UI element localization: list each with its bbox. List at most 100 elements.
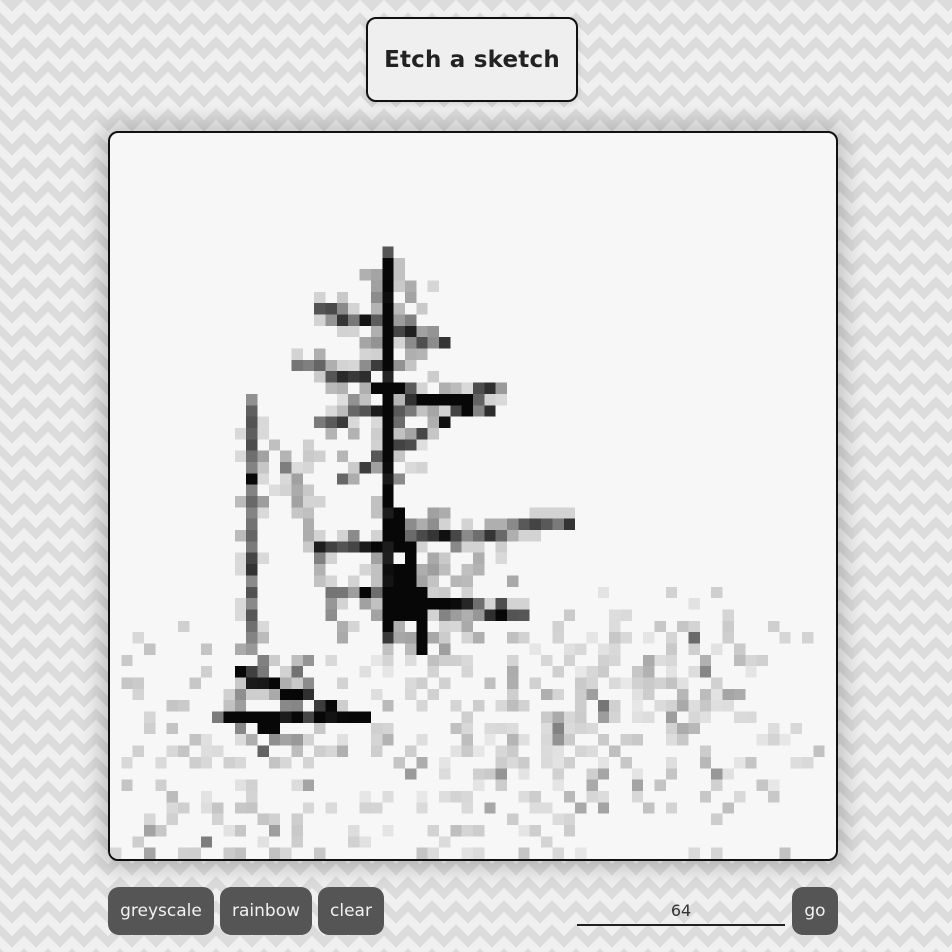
sketch-cell[interactable] [597,756,610,769]
sketch-cell[interactable] [450,620,462,633]
sketch-cell[interactable] [609,745,621,757]
sketch-cell[interactable] [393,280,405,292]
sketch-cell[interactable] [382,439,394,451]
sketch-cell[interactable] [733,688,746,701]
sketch-cell[interactable] [370,405,383,417]
sketch-cell[interactable] [745,666,757,678]
sketch-cell[interactable] [325,405,337,417]
sketch-cell[interactable] [370,802,383,814]
sketch-cell[interactable] [790,722,802,735]
sketch-cell[interactable] [756,779,768,791]
sketch-cell[interactable] [234,700,247,712]
sketch-cell[interactable] [370,280,383,292]
sketch-cell[interactable] [631,768,644,780]
sketch-cell[interactable] [473,598,485,610]
sketch-cell[interactable] [268,439,281,451]
sketch-cell[interactable] [359,348,371,360]
sketch-cell[interactable] [461,564,473,576]
sketch-cell[interactable] [246,802,258,814]
go-button[interactable]: go [792,887,838,935]
sketch-cell[interactable] [234,677,247,689]
sketch-cell[interactable] [121,756,133,769]
sketch-cell[interactable] [246,666,258,678]
sketch-cell[interactable] [370,575,383,587]
sketch-cell[interactable] [427,654,439,667]
sketch-cell[interactable] [711,643,723,655]
sketch-cell[interactable] [393,632,405,644]
sketch-cell[interactable] [234,802,247,814]
sketch-cell[interactable] [518,768,530,780]
sketch-cell[interactable] [200,836,213,848]
sketch-cell[interactable] [461,382,473,394]
sketch-cell[interactable] [359,393,371,406]
sketch-cell[interactable] [336,620,349,633]
sketch-cell[interactable] [416,439,428,451]
sketch-cell[interactable] [257,688,269,701]
sketch-cell[interactable] [427,632,439,644]
sketch-cell[interactable] [518,790,530,803]
sketch-cell[interactable] [416,382,428,394]
sketch-cell[interactable] [507,530,519,542]
sketch-cell[interactable] [178,802,190,814]
sketch-cell[interactable] [234,643,247,655]
sketch-cell[interactable] [302,530,315,542]
sketch-cell[interactable] [257,496,269,508]
sketch-cell[interactable] [291,734,303,746]
sketch-cell[interactable] [416,790,428,803]
sketch-cell[interactable] [461,654,473,667]
sketch-cell[interactable] [450,393,462,406]
sketch-cell[interactable] [302,518,315,531]
sketch-cell[interactable] [552,688,564,701]
sketch-cell[interactable] [314,450,326,462]
sketch-cell[interactable] [427,847,439,859]
sketch-grid[interactable] [110,133,836,859]
sketch-cell[interactable] [382,393,394,406]
sketch-cell[interactable] [370,382,383,394]
sketch-cell[interactable] [541,654,553,667]
sketch-cell[interactable] [733,790,746,803]
sketch-cell[interactable] [699,666,712,678]
sketch-cell[interactable] [450,722,462,735]
sketch-cell[interactable] [291,813,303,825]
sketch-cell[interactable] [336,405,349,417]
sketch-cell[interactable] [178,620,190,633]
sketch-cell[interactable] [121,654,133,667]
sketch-cell[interactable] [541,711,553,723]
sketch-cell[interactable] [552,745,564,757]
sketch-cell[interactable] [234,609,247,621]
sketch-cell[interactable] [393,359,405,372]
sketch-cell[interactable] [427,564,439,576]
sketch-cell[interactable] [427,518,439,531]
sketch-cell[interactable] [178,847,190,859]
sketch-cell[interactable] [507,654,519,667]
sketch-cell[interactable] [268,711,281,723]
sketch-cell[interactable] [314,530,326,542]
sketch-cell[interactable] [325,745,337,757]
sketch-cell[interactable] [246,564,258,576]
sketch-cell[interactable] [246,586,258,599]
sketch-cell[interactable] [382,405,394,417]
sketch-cell[interactable] [370,416,383,428]
sketch-cell[interactable] [552,756,564,769]
sketch-cell[interactable] [348,473,360,485]
sketch-cell[interactable] [665,632,678,644]
sketch-cell[interactable] [404,461,417,474]
sketch-cell[interactable] [234,450,247,462]
sketch-cell[interactable] [404,575,417,587]
sketch-cell[interactable] [665,666,678,678]
sketch-cell[interactable] [336,586,349,599]
sketch-cell[interactable] [257,427,269,440]
sketch-cell[interactable] [507,756,519,769]
sketch-cell[interactable] [427,666,439,678]
sketch-cell[interactable] [291,836,303,848]
sketch-cell[interactable] [382,609,394,621]
sketch-cell[interactable] [393,541,405,553]
sketch-cell[interactable] [144,643,156,655]
sketch-cell[interactable] [246,632,258,644]
sketch-cell[interactable] [438,677,451,689]
sketch-cell[interactable] [416,847,428,859]
sketch-cell[interactable] [665,654,678,667]
sketch-cell[interactable] [631,790,644,803]
sketch-cell[interactable] [200,734,213,746]
sketch-cell[interactable] [529,677,542,689]
